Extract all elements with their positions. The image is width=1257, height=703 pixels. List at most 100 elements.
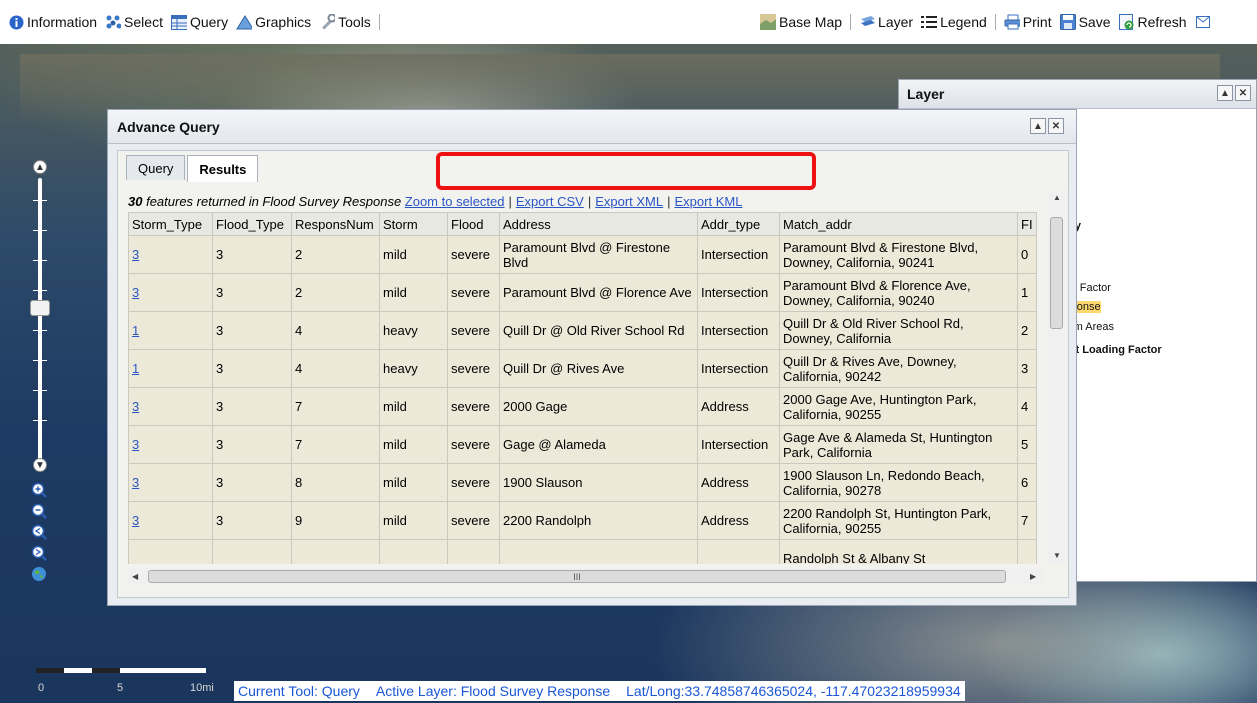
table-row[interactable]: 3 3 7 mild severe 2000 Gage Address 2000 Gage A… [128, 387, 1037, 426]
toolbar-tools-button[interactable]: Tools [319, 14, 371, 30]
zoom-to-selected-link[interactable]: Zoom to selected [405, 194, 505, 209]
table-cell: Intersection [697, 349, 780, 388]
table-cell: mild [379, 463, 448, 502]
toolbar-graphics-label: Graphics [255, 14, 312, 30]
refresh-icon [1118, 14, 1135, 30]
table-cell-link[interactable]: 3 [128, 463, 213, 502]
table-cell-link[interactable]: 3 [128, 501, 213, 540]
toolbar-refresh-label: Refresh [1137, 14, 1187, 30]
table-row[interactable]: 1 3 4 heavy severe Quill Dr @ Rives Ave Inters… [128, 349, 1037, 388]
table-cell-link[interactable]: 1 [128, 349, 213, 388]
scroll-right-icon[interactable]: ▶ [1030, 572, 1036, 581]
highlight-box [436, 152, 816, 190]
table-cell-link[interactable] [128, 539, 213, 564]
export-xml-link[interactable]: Export XML [595, 194, 663, 209]
tab-query[interactable]: Query [126, 155, 186, 180]
toolbar-information-button[interactable]: Information [8, 14, 97, 30]
table-cell: 3 [212, 273, 292, 312]
zoom-in-icon[interactable] [30, 481, 48, 499]
toolbar-basemap-button[interactable]: Base Map [760, 14, 842, 30]
toolbar-refresh-button[interactable]: Refresh [1118, 14, 1187, 30]
table-cell: 3 [212, 235, 292, 274]
column-header[interactable]: Storm [379, 212, 448, 236]
export-kml-link[interactable]: Export KML [675, 194, 743, 209]
vertical-scroll-thumb[interactable] [1050, 217, 1063, 329]
column-header[interactable]: FI [1017, 212, 1037, 236]
zoom-next-icon[interactable] [30, 544, 48, 562]
collapse-icon[interactable]: ▲ [1217, 85, 1233, 101]
table-row[interactable]: 3 3 9 mild severe 2200 Randolph Address 2200 Ra… [128, 501, 1037, 540]
print-icon [1004, 14, 1020, 30]
table-cell [291, 539, 380, 564]
zoom-slider-thumb[interactable] [30, 300, 50, 316]
table-cell: severe [447, 235, 500, 274]
column-header[interactable]: Storm_Type [128, 212, 213, 236]
toolbar-select-button[interactable]: Select [105, 14, 163, 30]
status-bar: Current Tool: Query Active Layer: Flood … [234, 681, 965, 701]
table-cell-link[interactable]: 3 [128, 273, 213, 312]
layer-panel-header[interactable]: Layer ▲ ✕ [899, 80, 1256, 109]
zoom-tick [33, 260, 47, 261]
table-cell: Paramount Blvd & Florence Ave, Downey, C… [779, 273, 1018, 312]
full-extent-globe-icon[interactable] [30, 565, 48, 583]
export-csv-link[interactable]: Export CSV [516, 194, 584, 209]
table-cell: Intersection [697, 311, 780, 350]
table-cell-link[interactable]: 3 [128, 425, 213, 464]
table-cell: mild [379, 273, 448, 312]
toolbar-email-button[interactable] [1195, 14, 1214, 30]
toolbar-save-button[interactable]: Save [1059, 14, 1111, 30]
scroll-down-icon[interactable]: ▼ [1053, 551, 1061, 560]
scroll-up-icon[interactable]: ▲ [1053, 193, 1061, 202]
table-cell: Randolph St & Albany St [779, 539, 1018, 564]
table-cell: severe [447, 463, 500, 502]
toolbar-layer-button[interactable]: Layer [859, 14, 913, 30]
scroll-left-icon[interactable]: ◀ [132, 572, 138, 581]
table-row[interactable]: Randolph St & Albany St [128, 539, 1037, 564]
zoom-slider[interactable]: ▲ ▼ [29, 160, 51, 472]
tab-results[interactable]: Results [187, 155, 259, 182]
column-header[interactable]: Address [499, 212, 698, 236]
table-cell: 9 [291, 501, 380, 540]
table-cell: severe [447, 311, 500, 350]
zoom-in-end-icon[interactable]: ▲ [33, 160, 47, 174]
vertical-scrollbar[interactable]: ▲ ▼ [1048, 191, 1065, 564]
close-icon[interactable]: ✕ [1048, 118, 1064, 134]
table-row[interactable]: 3 3 2 mild severe Paramount Blvd @ Florence A… [128, 273, 1037, 312]
layer-panel-title: Layer [907, 86, 945, 102]
horizontal-scrollbar[interactable]: ◀ III ▶ [128, 568, 1043, 585]
close-icon[interactable]: ✕ [1235, 85, 1251, 101]
column-header[interactable]: Flood [447, 212, 500, 236]
status-latlong: Lat/Long:33.74858746365024, -117.4702321… [626, 683, 961, 699]
toolbar-legend-label: Legend [940, 14, 987, 30]
table-cell-link[interactable]: 1 [128, 311, 213, 350]
table-row[interactable]: 3 3 8 mild severe 1900 Slauson Address 1900 Sla… [128, 463, 1037, 502]
zoom-out-end-icon[interactable]: ▼ [33, 458, 47, 472]
toolbar-graphics-button[interactable]: Graphics [236, 14, 311, 30]
toolbar-save-label: Save [1078, 14, 1111, 30]
status-current-tool: Current Tool: Query [238, 683, 360, 699]
table-row[interactable]: 1 3 4 heavy severe Quill Dr @ Old River Schoo… [128, 311, 1037, 350]
table-cell-link[interactable]: 3 [128, 235, 213, 274]
toolbar-print-button[interactable]: Print [1004, 14, 1052, 30]
table-cell: severe [447, 501, 500, 540]
table-cell: Intersection [697, 425, 780, 464]
horizontal-scroll-thumb[interactable]: III [148, 570, 1006, 583]
column-header[interactable]: Flood_Type [212, 212, 292, 236]
zoom-previous-icon[interactable] [30, 523, 48, 541]
table-row[interactable]: 3 3 7 mild severe Gage @ Alameda Intersection G… [128, 425, 1037, 464]
toolbar-legend-button[interactable]: Legend [921, 14, 987, 30]
table-row[interactable]: 3 3 2 mild severe Paramount Blvd @ Firestone … [128, 235, 1037, 274]
column-header[interactable]: Match_addr [779, 212, 1018, 236]
zoom-out-icon[interactable] [30, 502, 48, 520]
collapse-icon[interactable]: ▲ [1030, 118, 1046, 134]
tools-icon [319, 14, 336, 30]
table-cell-link[interactable]: 3 [128, 387, 213, 426]
advance-query-header[interactable]: Advance Query ▲ ✕ [108, 110, 1076, 144]
legend-icon [921, 14, 938, 30]
column-header[interactable]: ResponsNum [291, 212, 380, 236]
table-cell [212, 539, 292, 564]
top-toolbar: Information Select Query Graphics Tools … [0, 0, 1257, 44]
toolbar-query-button[interactable]: Query [170, 14, 228, 30]
zoom-tick [33, 200, 47, 201]
column-header[interactable]: Addr_type [697, 212, 780, 236]
